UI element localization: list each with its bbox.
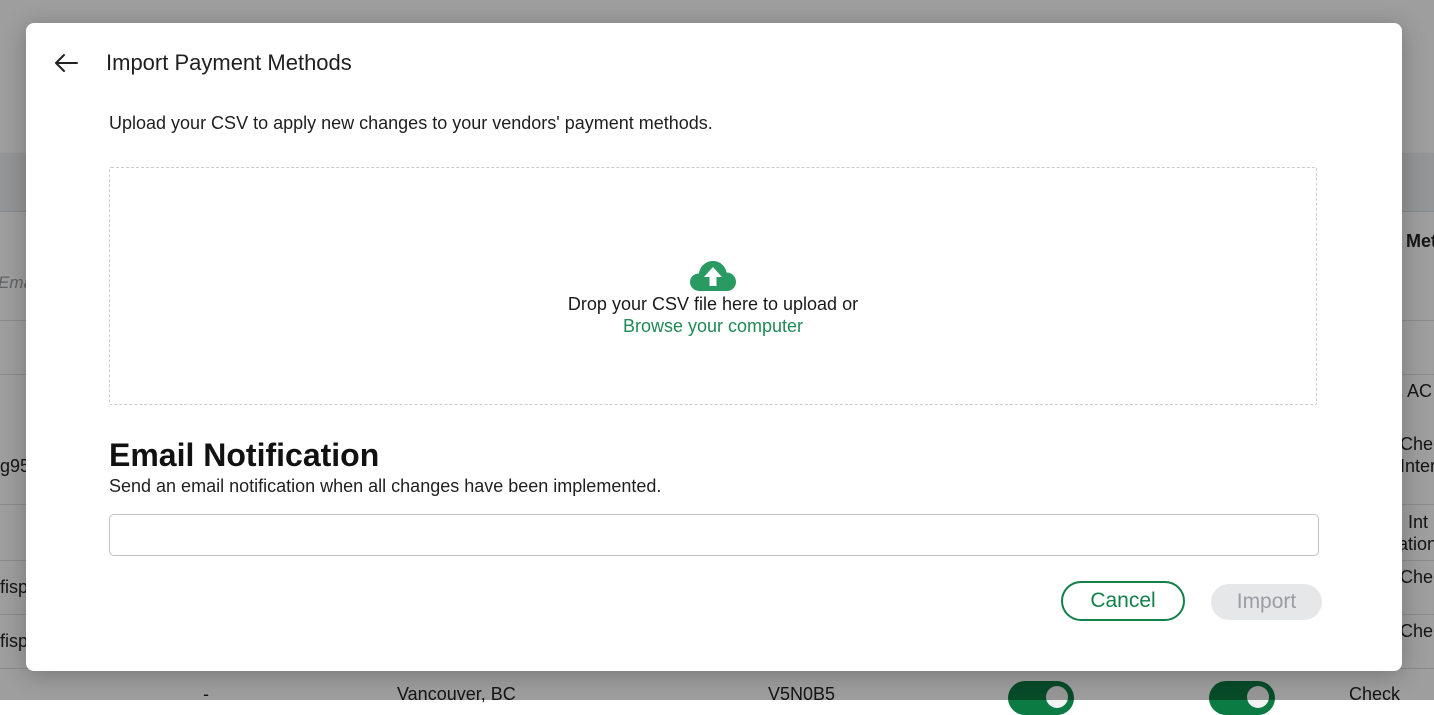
dialog-title: Import Payment Methods <box>106 50 352 75</box>
import-payment-methods-dialog: Import Payment Methods Upload your CSV t… <box>26 23 1402 671</box>
arrow-left-icon <box>55 54 78 72</box>
cancel-button[interactable]: Cancel <box>1061 581 1185 621</box>
import-button[interactable]: Import <box>1211 584 1322 620</box>
email-notification-heading: Email Notification <box>109 437 380 473</box>
browse-computer-link[interactable]: Browse your computer <box>623 315 803 337</box>
dialog-description: Upload your CSV to apply new changes to … <box>109 113 713 133</box>
email-notification-description: Send an email notification when all chan… <box>109 476 662 496</box>
csv-dropzone[interactable]: Drop your CSV file here to upload or Bro… <box>109 167 1317 405</box>
back-button[interactable] <box>50 48 82 78</box>
email-field[interactable] <box>109 514 1319 556</box>
cloud-upload-icon <box>690 261 736 291</box>
drop-instructions: Drop your CSV file here to upload or <box>567 294 859 314</box>
